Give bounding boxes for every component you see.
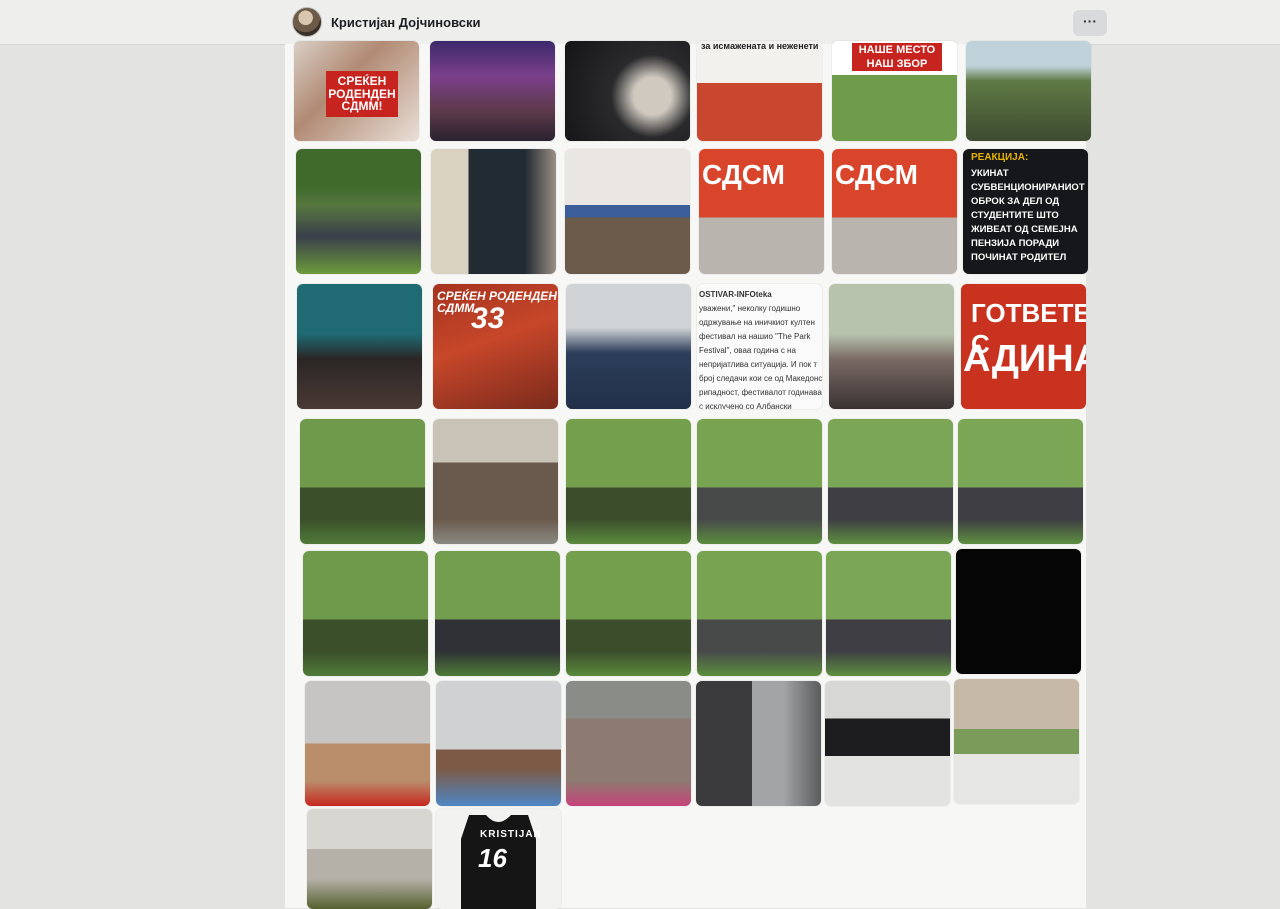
profile-link[interactable]: Кристијан Дојчиновски (292, 7, 480, 37)
photo-tile[interactable] (307, 809, 432, 909)
photo-tile[interactable] (430, 41, 555, 141)
photo-tile[interactable] (566, 681, 691, 806)
photo-tile[interactable]: СДСМ (699, 149, 824, 274)
photo-tile[interactable] (565, 41, 690, 141)
photo-caption: за исмажената и неженети (701, 41, 819, 51)
photo-grid: СРЕЌЕН РОДЕНДЕН СДММ! за исмажената и не… (285, 41, 1091, 909)
photo-tile[interactable] (696, 681, 821, 806)
photo-caption: СРЕЌЕН РОДЕНДЕН СДММ! (326, 71, 398, 117)
photo-tile[interactable]: ГОТВЕТЕ С АДИНА (961, 284, 1086, 409)
photo-tile[interactable] (300, 419, 425, 544)
photo-tile[interactable] (828, 419, 953, 544)
more-options-button[interactable]: ··· (1073, 10, 1107, 36)
photo-tile[interactable]: OSTIVAR-INFOteka уважени," неколку годиш… (697, 284, 822, 409)
photo-tile[interactable] (296, 149, 421, 274)
photo-caption: 33 (471, 302, 505, 335)
photo-caption: СДСМ (702, 159, 785, 190)
photo-caption: СДСМ (835, 159, 918, 190)
photo-tile[interactable] (436, 681, 561, 806)
photo-tile[interactable] (829, 284, 954, 409)
photo-tile[interactable]: СРЕЌЕН РОДЕНДЕН СДММ! (294, 41, 419, 141)
photo-tile[interactable] (433, 419, 558, 544)
jersey-number: 16 (478, 843, 507, 873)
photo-tile[interactable] (697, 419, 822, 544)
photo-caption: НАШЕ МЕСТО НАШ ЗБОР (852, 43, 942, 71)
photo-tile[interactable] (956, 549, 1081, 674)
post-source: OSTIVAR-INFOteka (699, 290, 772, 299)
photo-tile[interactable] (566, 419, 691, 544)
photo-tile[interactable]: за исмажената и неженети (697, 41, 822, 141)
photo-tile[interactable] (565, 149, 690, 274)
photo-tile[interactable]: KRISTIJAN 16 (436, 809, 561, 909)
profile-name[interactable]: Кристијан Дојчиновски (331, 15, 480, 30)
photo-caption: АДИНА (963, 338, 1086, 380)
photo-tile[interactable] (954, 679, 1079, 804)
jersey-name: KRISTIJAN (480, 829, 542, 840)
photo-tile[interactable]: СРЕЌЕН РОДЕНДЕН СДММ 33 (433, 284, 558, 409)
photo-caption: OSTIVAR-INFOteka уважени," неколку годиш… (699, 288, 822, 409)
photo-tile[interactable] (435, 551, 560, 676)
photo-tile[interactable] (958, 419, 1083, 544)
photo-tile[interactable] (566, 551, 691, 676)
photo-caption: УКИНАТ СУБВЕНЦИОНИРАНИОТ ОБРОК ЗА ДЕЛ ОД… (971, 168, 1085, 263)
photo-tile[interactable] (697, 551, 822, 676)
post-text: уважени," неколку годишно одржување на и… (699, 304, 822, 409)
profile-header: Кристијан Дојчиновски ··· (0, 0, 1280, 45)
photo-tile[interactable] (825, 681, 950, 806)
photo-tile[interactable]: СДСМ (832, 149, 957, 274)
photo-tile[interactable] (305, 681, 430, 806)
photo-tile[interactable]: РЕАКЦИЈА: УКИНАТ СУБВЕНЦИОНИРАНИОТ ОБРОК… (963, 149, 1088, 274)
photo-tile[interactable] (303, 551, 428, 676)
photo-tile[interactable] (566, 284, 691, 409)
photo-tile[interactable] (826, 551, 951, 676)
photo-caption: РЕАКЦИЈА: (971, 152, 1029, 163)
photo-tile[interactable]: НАШЕ МЕСТО НАШ ЗБОР (832, 41, 957, 141)
photo-tile[interactable] (966, 41, 1091, 141)
photo-tile[interactable] (297, 284, 422, 409)
avatar[interactable] (292, 7, 322, 37)
photo-tile[interactable] (431, 149, 556, 274)
